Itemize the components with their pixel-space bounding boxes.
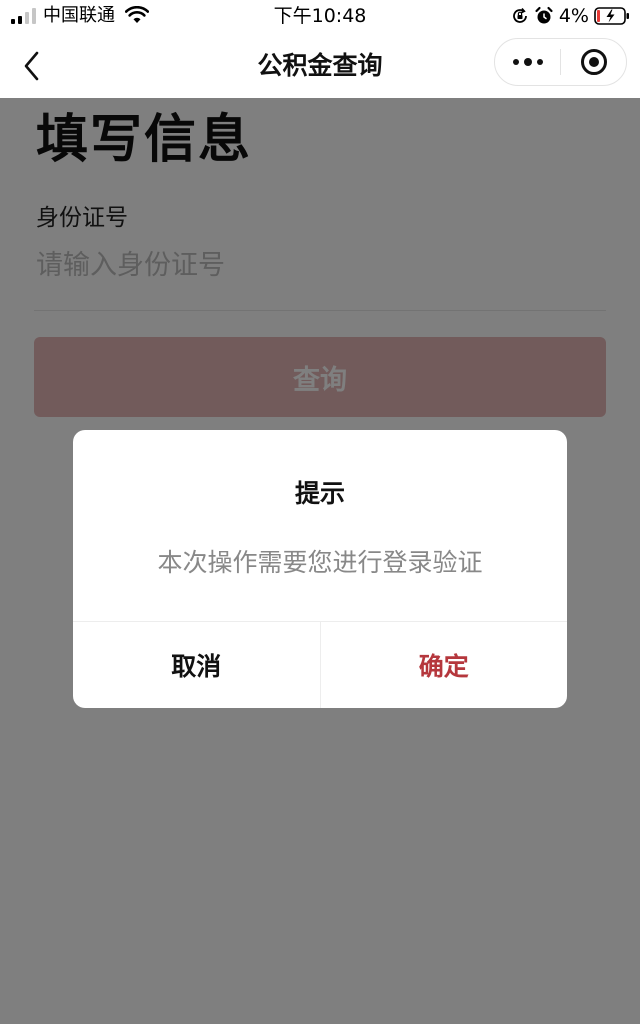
nav-bar: 公积金查询 [0, 34, 640, 98]
rotation-lock-icon [512, 7, 527, 23]
alarm-icon [535, 6, 553, 24]
mini-program-capsule [494, 38, 627, 86]
status-right: 4% [511, 5, 630, 27]
app-screen: 中国联通 下午10:48 4% 公积金查询 请输入身份证号 提示 本次操作需要您… [0, 0, 640, 1024]
dialog-title: 提示 [294, 479, 345, 508]
more-dots-icon [512, 58, 543, 66]
battery-charging-icon [594, 7, 629, 25]
close-mini-program-button[interactable] [561, 39, 626, 85]
cancel-button[interactable]: 取消 [73, 622, 321, 708]
dialog-footer: 取消 确定 [73, 621, 567, 708]
confirm-button[interactable]: 确定 [321, 622, 568, 708]
battery-percent: 4% [558, 5, 589, 27]
login-prompt-dialog: 提示 本次操作需要您进行登录验证 取消 确定 [73, 430, 567, 708]
more-button[interactable] [495, 39, 560, 85]
status-bar: 中国联通 下午10:48 4% [0, 0, 640, 34]
dialog-message: 本次操作需要您进行登录验证 [157, 548, 483, 577]
target-circle-icon [580, 49, 607, 75]
